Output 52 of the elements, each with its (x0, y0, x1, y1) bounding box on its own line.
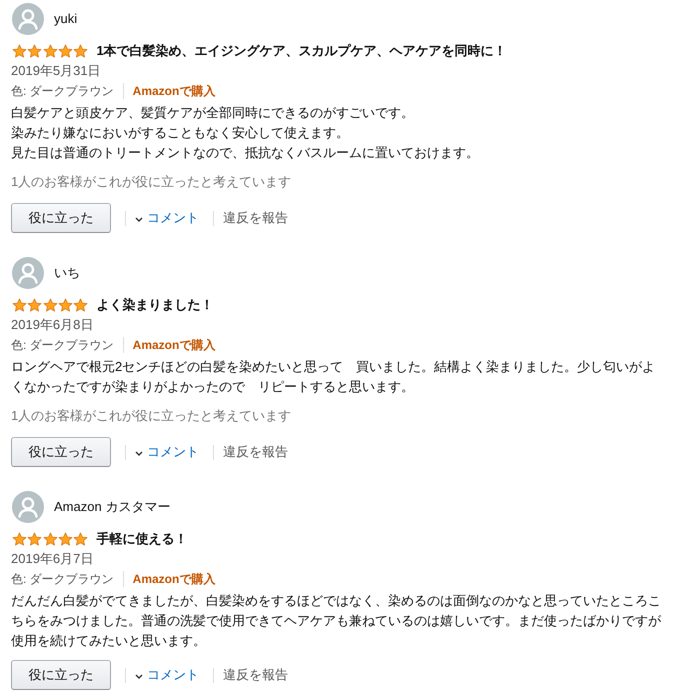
star-icon (73, 44, 88, 58)
comment-link[interactable]: コメント (135, 443, 199, 461)
review-date: 2019年5月31日 (11, 62, 102, 80)
star-icon (58, 298, 73, 312)
star-icon (12, 44, 27, 58)
review-text: だんだん白髪がでてきましたが、白髪染めをするほどではなく、染めるのは面倒なのかなと思っていたところこちらをみつけました。普通の洗髪で使用できてヘアケアも兼ねているのは嬉しいです。まだ使ったばかりですが使用を続けてみたいと思います。 (11, 592, 662, 650)
helpful-button[interactable]: 役に立った (11, 203, 111, 233)
review-text: 見た目は普通のトリートメントなので、抵抗なくバスルームに置いておけます。 (11, 144, 480, 162)
review-title: よく染まりました！ (96, 296, 214, 314)
avatar-icon (12, 491, 44, 523)
verified-purchase-label: Amazonで購入 (132, 337, 216, 354)
reviewer-name: yuki (54, 10, 78, 28)
avatar-icon (12, 257, 44, 289)
report-abuse-link[interactable]: 違反を報告 (223, 209, 288, 227)
star-icon (42, 44, 58, 58)
star-icon (58, 532, 73, 546)
star-icon (42, 532, 58, 546)
avatar-icon (12, 3, 44, 35)
helpful-count-text: 1人のお客様がこれが役に立ったと考えています (11, 407, 292, 425)
review-date: 2019年6月7日 (11, 550, 94, 568)
review-text: 白髪ケアと頭皮ケア、髪質ケアが全部同時にできるのがすごいです。 (11, 104, 415, 122)
helpful-button[interactable]: 役に立った (11, 437, 111, 467)
report-abuse-link[interactable]: 違反を報告 (223, 666, 288, 684)
review-text: ロングヘアで根元2センチほどの白髪を染めたいと思って 買いました。結構よく染まりました。少し匂いがよくなかったですが染まりがよかったので リピートすると思います。 (11, 358, 656, 396)
chevron-down-icon (135, 451, 143, 456)
comment-link[interactable]: コメント (135, 209, 199, 227)
star-icon (12, 298, 27, 312)
helpful-button[interactable]: 役に立った (11, 660, 111, 690)
star-icon (12, 532, 27, 546)
review-text: 染みたり嫌なにおいがすることもなく安心して使えます。 (11, 124, 350, 142)
star-icon (58, 44, 73, 58)
star-icon (27, 298, 42, 312)
report-abuse-link[interactable]: 違反を報告 (223, 443, 288, 461)
variant-label: 色: ダークブラウン (11, 83, 114, 100)
star-icon (73, 298, 88, 312)
chevron-down-icon (135, 217, 143, 222)
review-title: 手軽に使える！ (96, 530, 188, 548)
verified-purchase-label: Amazonで購入 (132, 571, 216, 588)
star-icon (27, 532, 42, 546)
reviewer-name: Amazon カスタマー (54, 498, 170, 516)
verified-purchase-label: Amazonで購入 (132, 83, 216, 100)
review-title: 1本で白髪染め、エイジングケア、スカルプケア、ヘアケアを同時に！ (96, 42, 507, 60)
review-date: 2019年6月8日 (11, 316, 94, 334)
reviewer-name: いち (54, 264, 80, 282)
star-icon (27, 44, 42, 58)
chevron-down-icon (135, 674, 143, 679)
star-icon (73, 532, 88, 546)
comment-link[interactable]: コメント (135, 666, 199, 684)
helpful-count-text: 1人のお客様がこれが役に立ったと考えています (11, 173, 292, 191)
star-icon (42, 298, 58, 312)
variant-label: 色: ダークブラウン (11, 571, 114, 588)
variant-label: 色: ダークブラウン (11, 337, 114, 354)
